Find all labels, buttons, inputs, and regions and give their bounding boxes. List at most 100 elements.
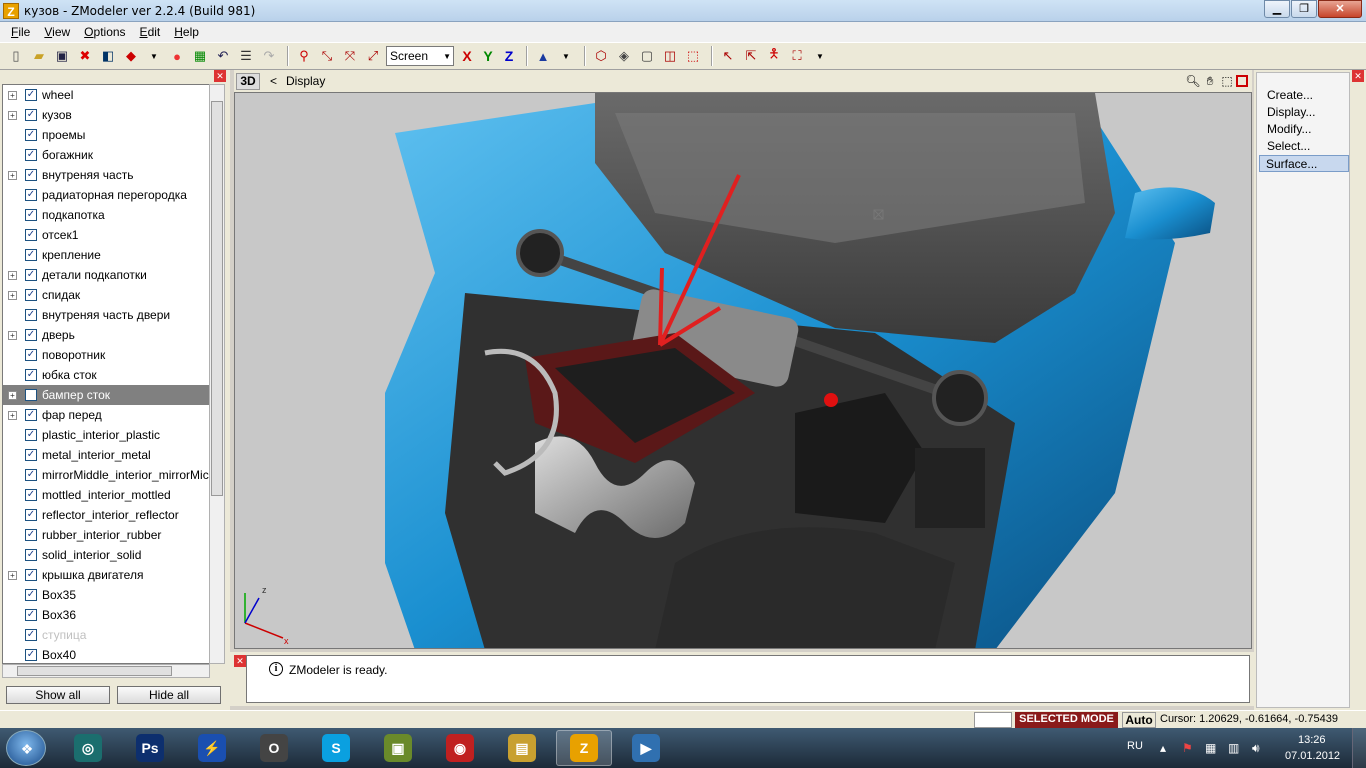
tree-item[interactable]: ✓ крепление xyxy=(3,245,209,265)
save-icon[interactable]: ▣ xyxy=(52,46,72,66)
tree-vertical-scrollbar[interactable] xyxy=(209,84,225,664)
tree-item[interactable]: ✓ metal_interior_metal xyxy=(3,445,209,465)
dropdown-arrow-icon[interactable]: ▼ xyxy=(556,46,576,66)
scrollbar-thumb[interactable] xyxy=(17,666,172,676)
maximize-viewport-icon[interactable] xyxy=(1236,75,1248,87)
visibility-checkbox[interactable]: ✓ xyxy=(25,569,37,581)
command-display[interactable]: Display... xyxy=(1257,104,1349,121)
dropdown-arrow-icon[interactable]: ▼ xyxy=(144,46,164,66)
visibility-checkbox[interactable]: ✓ xyxy=(25,149,37,161)
delete-icon[interactable]: ✖ xyxy=(75,46,95,66)
task-explorer[interactable]: ▤ xyxy=(494,730,550,766)
close-icon[interactable]: ✕ xyxy=(1352,70,1364,82)
visibility-checkbox[interactable] xyxy=(25,389,37,401)
view-mode-badge[interactable]: 3D xyxy=(236,73,260,90)
tree-item[interactable]: + ✓ дверь xyxy=(3,325,209,345)
notes-icon[interactable]: ☰ xyxy=(236,46,256,66)
visibility-checkbox[interactable]: ✓ xyxy=(25,329,37,341)
tree-item[interactable]: ✓ solid_interior_solid xyxy=(3,545,209,565)
expand-plus-icon[interactable]: + xyxy=(8,570,17,580)
visibility-checkbox[interactable]: ✓ xyxy=(25,409,37,421)
show-all-button[interactable]: Show all xyxy=(6,686,110,704)
minimize-button[interactable]: ▁ xyxy=(1264,0,1290,18)
layers-icon[interactable]: ⛶ xyxy=(787,46,807,66)
visibility-checkbox[interactable]: ✓ xyxy=(25,509,37,521)
scrollbar-thumb[interactable] xyxy=(211,101,223,496)
tree-item[interactable]: ✓ plastic_interior_plastic xyxy=(3,425,209,445)
maximize-button[interactable]: ❐ xyxy=(1291,0,1317,18)
pan-hand-icon[interactable]: ✋︎ xyxy=(1202,73,1218,89)
object-mode-icon[interactable]: ▢ xyxy=(637,46,657,66)
tree-item[interactable]: ✓ подкапотка xyxy=(3,205,209,225)
tree-item[interactable]: + ✓ спидак xyxy=(3,285,209,305)
visibility-checkbox[interactable]: ✓ xyxy=(25,269,37,281)
new-file-icon[interactable]: ▯ xyxy=(6,46,26,66)
tree-item[interactable]: ✓ Box40 xyxy=(3,645,209,663)
expand-plus-icon[interactable]: + xyxy=(8,330,17,340)
visibility-checkbox[interactable]: ✓ xyxy=(25,169,37,181)
vertex-mode-icon[interactable]: ⬡ xyxy=(591,46,611,66)
visibility-checkbox[interactable]: ✓ xyxy=(25,209,37,221)
tree-item[interactable]: ✓ rubber_interior_rubber xyxy=(3,525,209,545)
redo-icon[interactable]: ↷ xyxy=(259,46,279,66)
menu-help[interactable]: Help xyxy=(167,25,206,39)
tree-item[interactable]: ✓ проемы xyxy=(3,125,209,145)
visibility-checkbox[interactable]: ✓ xyxy=(25,589,37,601)
scale-axes-icon[interactable]: ⤢ xyxy=(363,46,383,66)
visibility-checkbox[interactable]: ✓ xyxy=(25,349,37,361)
axis-z-toggle[interactable]: Z xyxy=(500,46,518,66)
tree-item[interactable]: ✓ mirrorMiddle_interior_mirrorMic xyxy=(3,465,209,485)
selected-mode-indicator[interactable]: SELECTED MODE xyxy=(1015,712,1118,728)
visibility-checkbox[interactable]: ✓ xyxy=(25,289,37,301)
rotate-axes-icon[interactable]: ⤧ xyxy=(340,46,360,66)
record-icon[interactable]: ● xyxy=(167,46,187,66)
visibility-checkbox[interactable]: ✓ xyxy=(25,629,37,641)
tree-item[interactable]: + ✓ кузов xyxy=(3,105,209,125)
expand-plus-icon[interactable]: + xyxy=(8,410,17,420)
task-photoshop[interactable]: Ps xyxy=(122,730,178,766)
axis-y-toggle[interactable]: Y xyxy=(479,46,497,66)
tray-expand-icon[interactable]: ▴ xyxy=(1160,741,1166,755)
visibility-checkbox[interactable]: ✓ xyxy=(25,109,37,121)
visibility-checkbox[interactable]: ✓ xyxy=(25,129,37,141)
language-indicator[interactable]: RU xyxy=(1127,740,1143,752)
task-app-6[interactable]: ▣ xyxy=(370,730,426,766)
tree-item[interactable]: ✓ радиаторная перегородка xyxy=(3,185,209,205)
command-create[interactable]: Create... xyxy=(1257,87,1349,104)
visibility-checkbox[interactable]: ✓ xyxy=(25,249,37,261)
network-warning-icon[interactable]: ⚑ xyxy=(1182,741,1193,755)
visibility-checkbox[interactable]: ✓ xyxy=(25,229,37,241)
visibility-checkbox[interactable]: ✓ xyxy=(25,189,37,201)
visibility-checkbox[interactable]: ✓ xyxy=(25,369,37,381)
tree-item[interactable]: ✓ Box36 xyxy=(3,605,209,625)
figure-icon[interactable]: 🯅 xyxy=(764,46,784,66)
visibility-checkbox[interactable]: ✓ xyxy=(25,429,37,441)
menu-view[interactable]: View xyxy=(37,25,77,39)
tree-item[interactable]: + ✓ крышка двигателя xyxy=(3,565,209,585)
import-icon[interactable]: ◧ xyxy=(98,46,118,66)
expand-plus-icon[interactable]: + xyxy=(8,270,17,280)
undo-icon[interactable]: ↶ xyxy=(213,46,233,66)
task-zmodeler[interactable]: Z xyxy=(556,730,612,766)
menu-edit[interactable]: Edit xyxy=(133,25,168,39)
tree-item[interactable]: + ✓ фар перед xyxy=(3,405,209,425)
visibility-checkbox[interactable]: ✓ xyxy=(25,529,37,541)
volume-icon[interactable]: 🔊︎ xyxy=(1252,741,1260,756)
task-app-1[interactable]: ◎ xyxy=(60,730,116,766)
task-media[interactable]: ▶ xyxy=(618,730,674,766)
tree-item[interactable]: + ✓ детали подкапотки xyxy=(3,265,209,285)
face-mode-icon[interactable]: ◈ xyxy=(614,46,634,66)
clock-time[interactable]: 13:26 xyxy=(1298,734,1326,746)
clock-date[interactable]: 07.01.2012 xyxy=(1285,750,1340,762)
3d-viewport[interactable]: z x xyxy=(234,92,1252,649)
visibility-checkbox[interactable]: ✓ xyxy=(25,549,37,561)
move-axes-icon[interactable]: ⤡ xyxy=(317,46,337,66)
visibility-checkbox[interactable]: ✓ xyxy=(25,489,37,501)
start-button[interactable]: ❖ xyxy=(6,730,46,766)
tree-item[interactable]: + ✓ внутреняя часть xyxy=(3,165,209,185)
pointer-plus-icon[interactable]: ⇱ xyxy=(741,46,761,66)
show-desktop-button[interactable] xyxy=(1352,728,1366,768)
network-icon[interactable]: ▥ xyxy=(1228,741,1239,755)
menu-file[interactable]: File xyxy=(4,25,37,39)
zoom-icon[interactable]: 🔍︎ xyxy=(1185,73,1201,89)
